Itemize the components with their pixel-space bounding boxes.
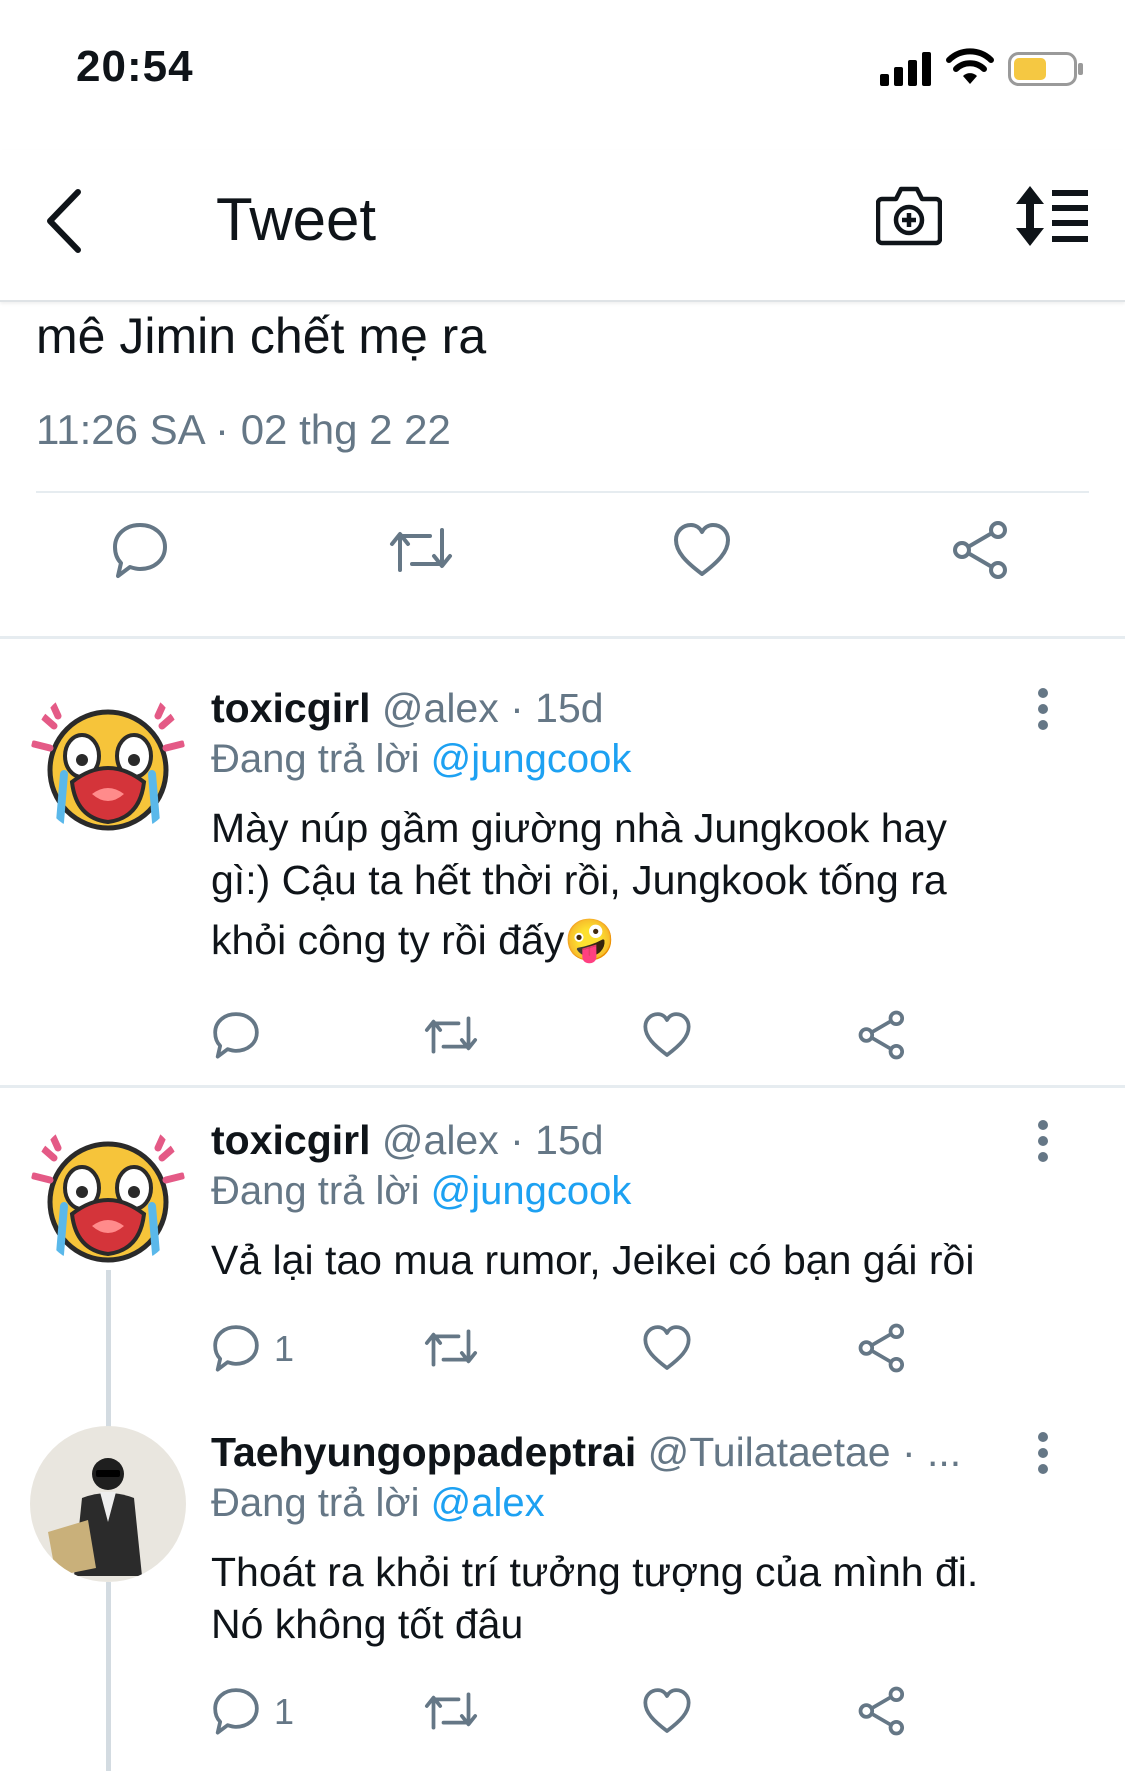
mention-link[interactable]: @jungcook xyxy=(431,737,632,781)
handle-and-time: @alex · 15d xyxy=(381,1117,604,1163)
share-icon[interactable] xyxy=(858,1010,908,1060)
display-name[interactable]: toxicgirl xyxy=(211,685,370,731)
like-icon[interactable] xyxy=(642,1323,692,1373)
more-options-icon[interactable] xyxy=(1033,1430,1053,1476)
avatar[interactable] xyxy=(30,682,186,838)
replying-to-label: Đang trả lời xyxy=(211,1169,420,1213)
navigation-bar: Tweet xyxy=(0,150,1125,302)
handle-and-time: @alex · 15d xyxy=(381,685,604,731)
avatar[interactable] xyxy=(30,1114,186,1270)
reply-text: Mày núp gầm giường nhà Jungkook hay gì:)… xyxy=(211,802,1091,966)
share-icon[interactable] xyxy=(952,520,1012,580)
retweet-icon[interactable] xyxy=(423,1686,478,1736)
reply-text-line: Vả lại tao mua rumor, Jeikei có bạn gái … xyxy=(211,1237,975,1283)
thread-line xyxy=(106,1582,111,1771)
reply-count: 1 xyxy=(274,1328,295,1369)
retweet-icon[interactable] xyxy=(423,1323,478,1373)
avatar[interactable] xyxy=(30,1426,186,1582)
share-icon[interactable] xyxy=(858,1323,908,1373)
like-icon[interactable] xyxy=(642,1010,692,1060)
display-name[interactable]: Taehyungoppadeptrai xyxy=(211,1429,636,1475)
reply-icon[interactable] xyxy=(110,520,170,580)
retweet-icon[interactable] xyxy=(423,1010,478,1060)
reply-text-line: Thoát ra khỏi trí tưởng tượng của mình đ… xyxy=(211,1549,979,1595)
reply-text: Thoát ra khỏi trí tưởng tượng của mình đ… xyxy=(211,1546,1091,1650)
signal-icon xyxy=(880,52,936,86)
back-arrow-icon[interactable] xyxy=(40,186,90,256)
replying-to-label: Đang trả lời xyxy=(211,737,420,781)
mention-link[interactable]: @alex xyxy=(431,1481,545,1525)
tweet-action-bar xyxy=(0,520,1125,610)
reply-icon[interactable] xyxy=(211,1010,261,1060)
reply-text-line: Nó không tốt đâu xyxy=(211,1601,524,1647)
like-icon[interactable] xyxy=(642,1686,692,1736)
camera-icon[interactable] xyxy=(876,183,942,247)
section-separator xyxy=(0,636,1125,639)
wifi-icon xyxy=(946,48,994,86)
thread-line xyxy=(106,1270,111,1430)
reply-count: 1 xyxy=(274,1691,295,1732)
sort-replies-icon[interactable] xyxy=(1014,186,1090,246)
share-icon[interactable] xyxy=(858,1686,908,1736)
reply-text: Vả lại tao mua rumor, Jeikei có bạn gái … xyxy=(211,1234,1091,1286)
more-options-icon[interactable] xyxy=(1033,1118,1053,1164)
replying-to: Đang trả lời @jungcook xyxy=(211,737,631,782)
retweet-icon[interactable] xyxy=(388,520,452,580)
tweet-timestamp: 11:26 SA · 02 thg 2 22 xyxy=(36,406,451,453)
reply-icon[interactable] xyxy=(211,1686,261,1736)
section-separator xyxy=(0,1085,1125,1088)
replying-to: Đang trả lời @jungcook xyxy=(211,1169,631,1214)
divider xyxy=(36,491,1089,493)
display-name[interactable]: toxicgirl xyxy=(211,1117,370,1163)
more-options-icon[interactable] xyxy=(1033,686,1053,732)
reply-header: toxicgirl @alex · 15d xyxy=(211,1117,604,1164)
status-time: 20:54 xyxy=(76,42,194,91)
handle-and-time: @Tuilataetae · ... xyxy=(647,1429,962,1475)
reply-header: toxicgirl @alex · 15d xyxy=(211,685,604,732)
replying-to-label: Đang trả lời xyxy=(211,1481,420,1525)
reply-text-line: khỏi công ty rồi đấy🤪 xyxy=(211,917,616,963)
battery-icon xyxy=(1008,52,1084,86)
reply-text-line: Mày núp gầm giường nhà Jungkook hay xyxy=(211,805,947,851)
tweet-text: mê Jimin chết mẹ ra xyxy=(36,308,487,364)
reply-icon[interactable] xyxy=(211,1323,261,1373)
page-title: Tweet xyxy=(216,186,377,253)
mention-link[interactable]: @jungcook xyxy=(431,1169,632,1213)
reply-header: Taehyungoppadeptrai @Tuilataetae · ... xyxy=(211,1429,961,1476)
replying-to: Đang trả lời @alex xyxy=(211,1481,545,1526)
reply-text-line: gì:) Cậu ta hết thời rồi, Jungkook tống … xyxy=(211,857,947,903)
like-icon[interactable] xyxy=(672,520,732,580)
